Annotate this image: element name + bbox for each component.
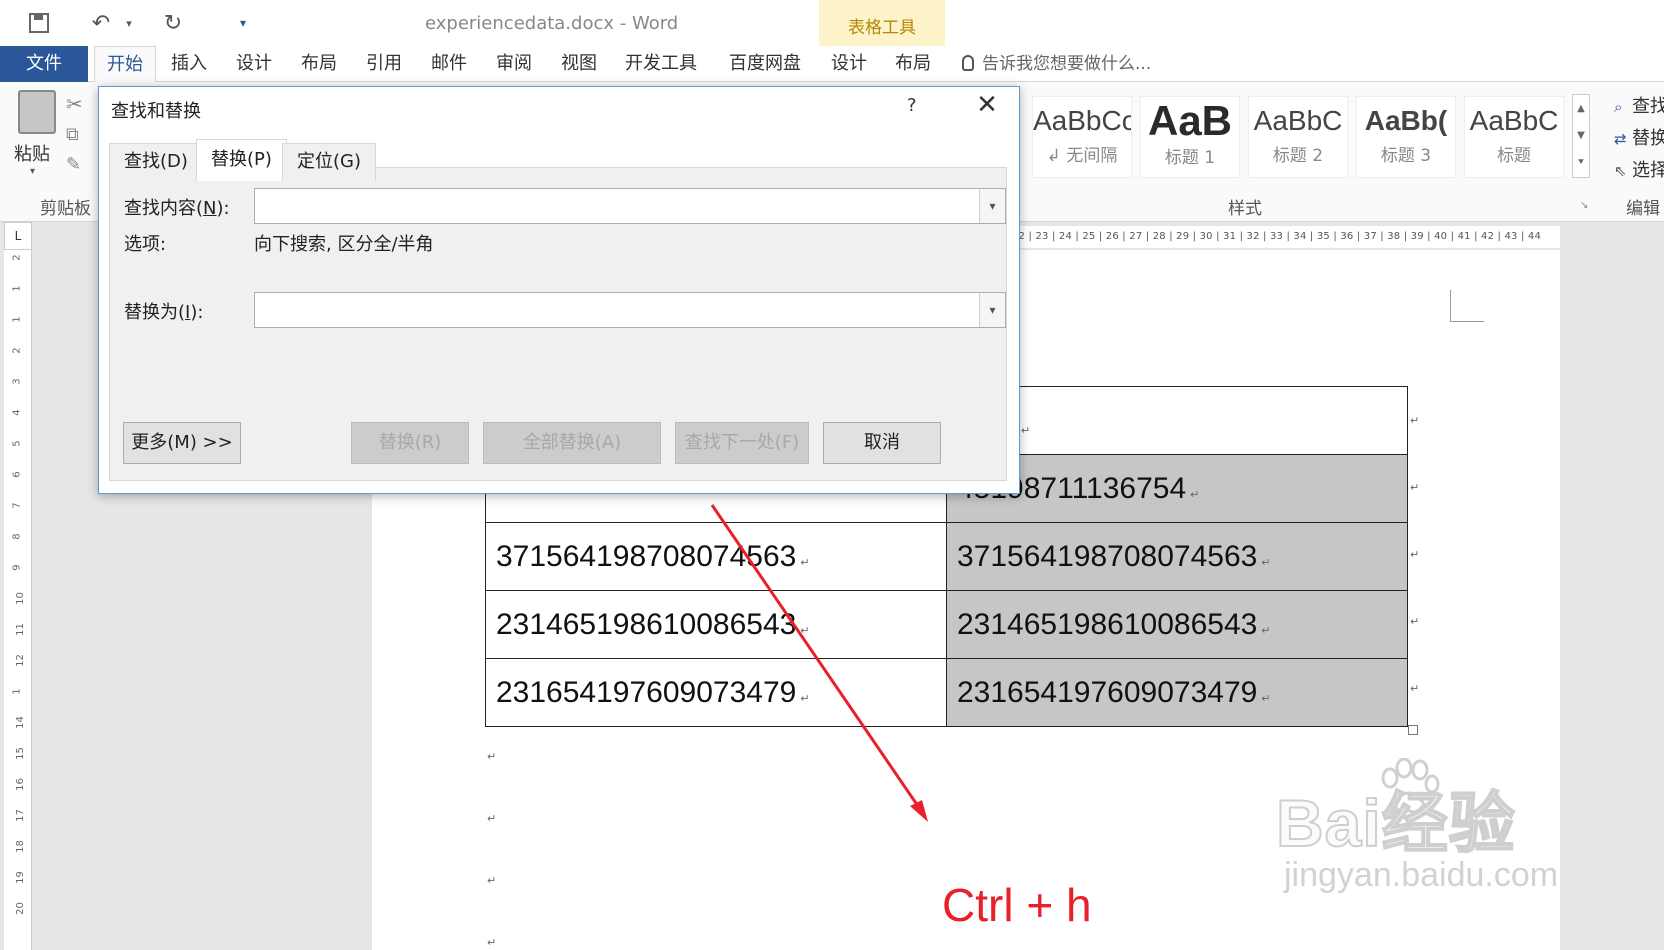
more-button[interactable]: 更多(M) >> <box>123 422 241 464</box>
find-next-button[interactable]: 查找下一处(F) <box>675 422 809 464</box>
dialog-title: 查找和替换 <box>111 101 201 122</box>
watermark-url: jingyan.baidu.com <box>1284 856 1559 894</box>
close-icon[interactable]: ✕ <box>969 89 1005 121</box>
find-replace-dialog: 查找和替换 ? ✕ 查找内容(N): ▾ 选项: 向下搜索, 区分全/半角 替换… <box>98 86 1020 494</box>
tab-find[interactable]: 查找(D) <box>109 143 203 181</box>
options-label: 选项: <box>124 234 167 255</box>
replace-with-input[interactable]: ▾ <box>254 292 1006 328</box>
shortcut-annotation: Ctrl + h <box>942 879 1092 931</box>
baidu-watermark: Bai经验 jingyan.baidu.com <box>1275 770 1559 895</box>
tab-replace[interactable]: 替换(P) <box>196 139 287 181</box>
replace-button[interactable]: 替换(R) <box>351 422 469 464</box>
watermark-logo-text: Bai经验 <box>1275 785 1516 861</box>
find-what-input[interactable]: ▾ <box>254 188 1006 224</box>
find-what-label: 查找内容(N): <box>124 198 230 219</box>
tab-goto[interactable]: 定位(G) <box>282 143 376 181</box>
replace-with-dropdown-icon[interactable]: ▾ <box>979 293 1005 327</box>
cancel-button[interactable]: 取消 <box>823 422 941 464</box>
find-what-dropdown-icon[interactable]: ▾ <box>979 189 1005 223</box>
help-icon[interactable]: ? <box>907 95 917 116</box>
replace-with-label: 替换为(I): <box>124 302 204 323</box>
replace-all-button[interactable]: 全部替换(A) <box>483 422 661 464</box>
options-value: 向下搜索, 区分全/半角 <box>254 234 434 255</box>
